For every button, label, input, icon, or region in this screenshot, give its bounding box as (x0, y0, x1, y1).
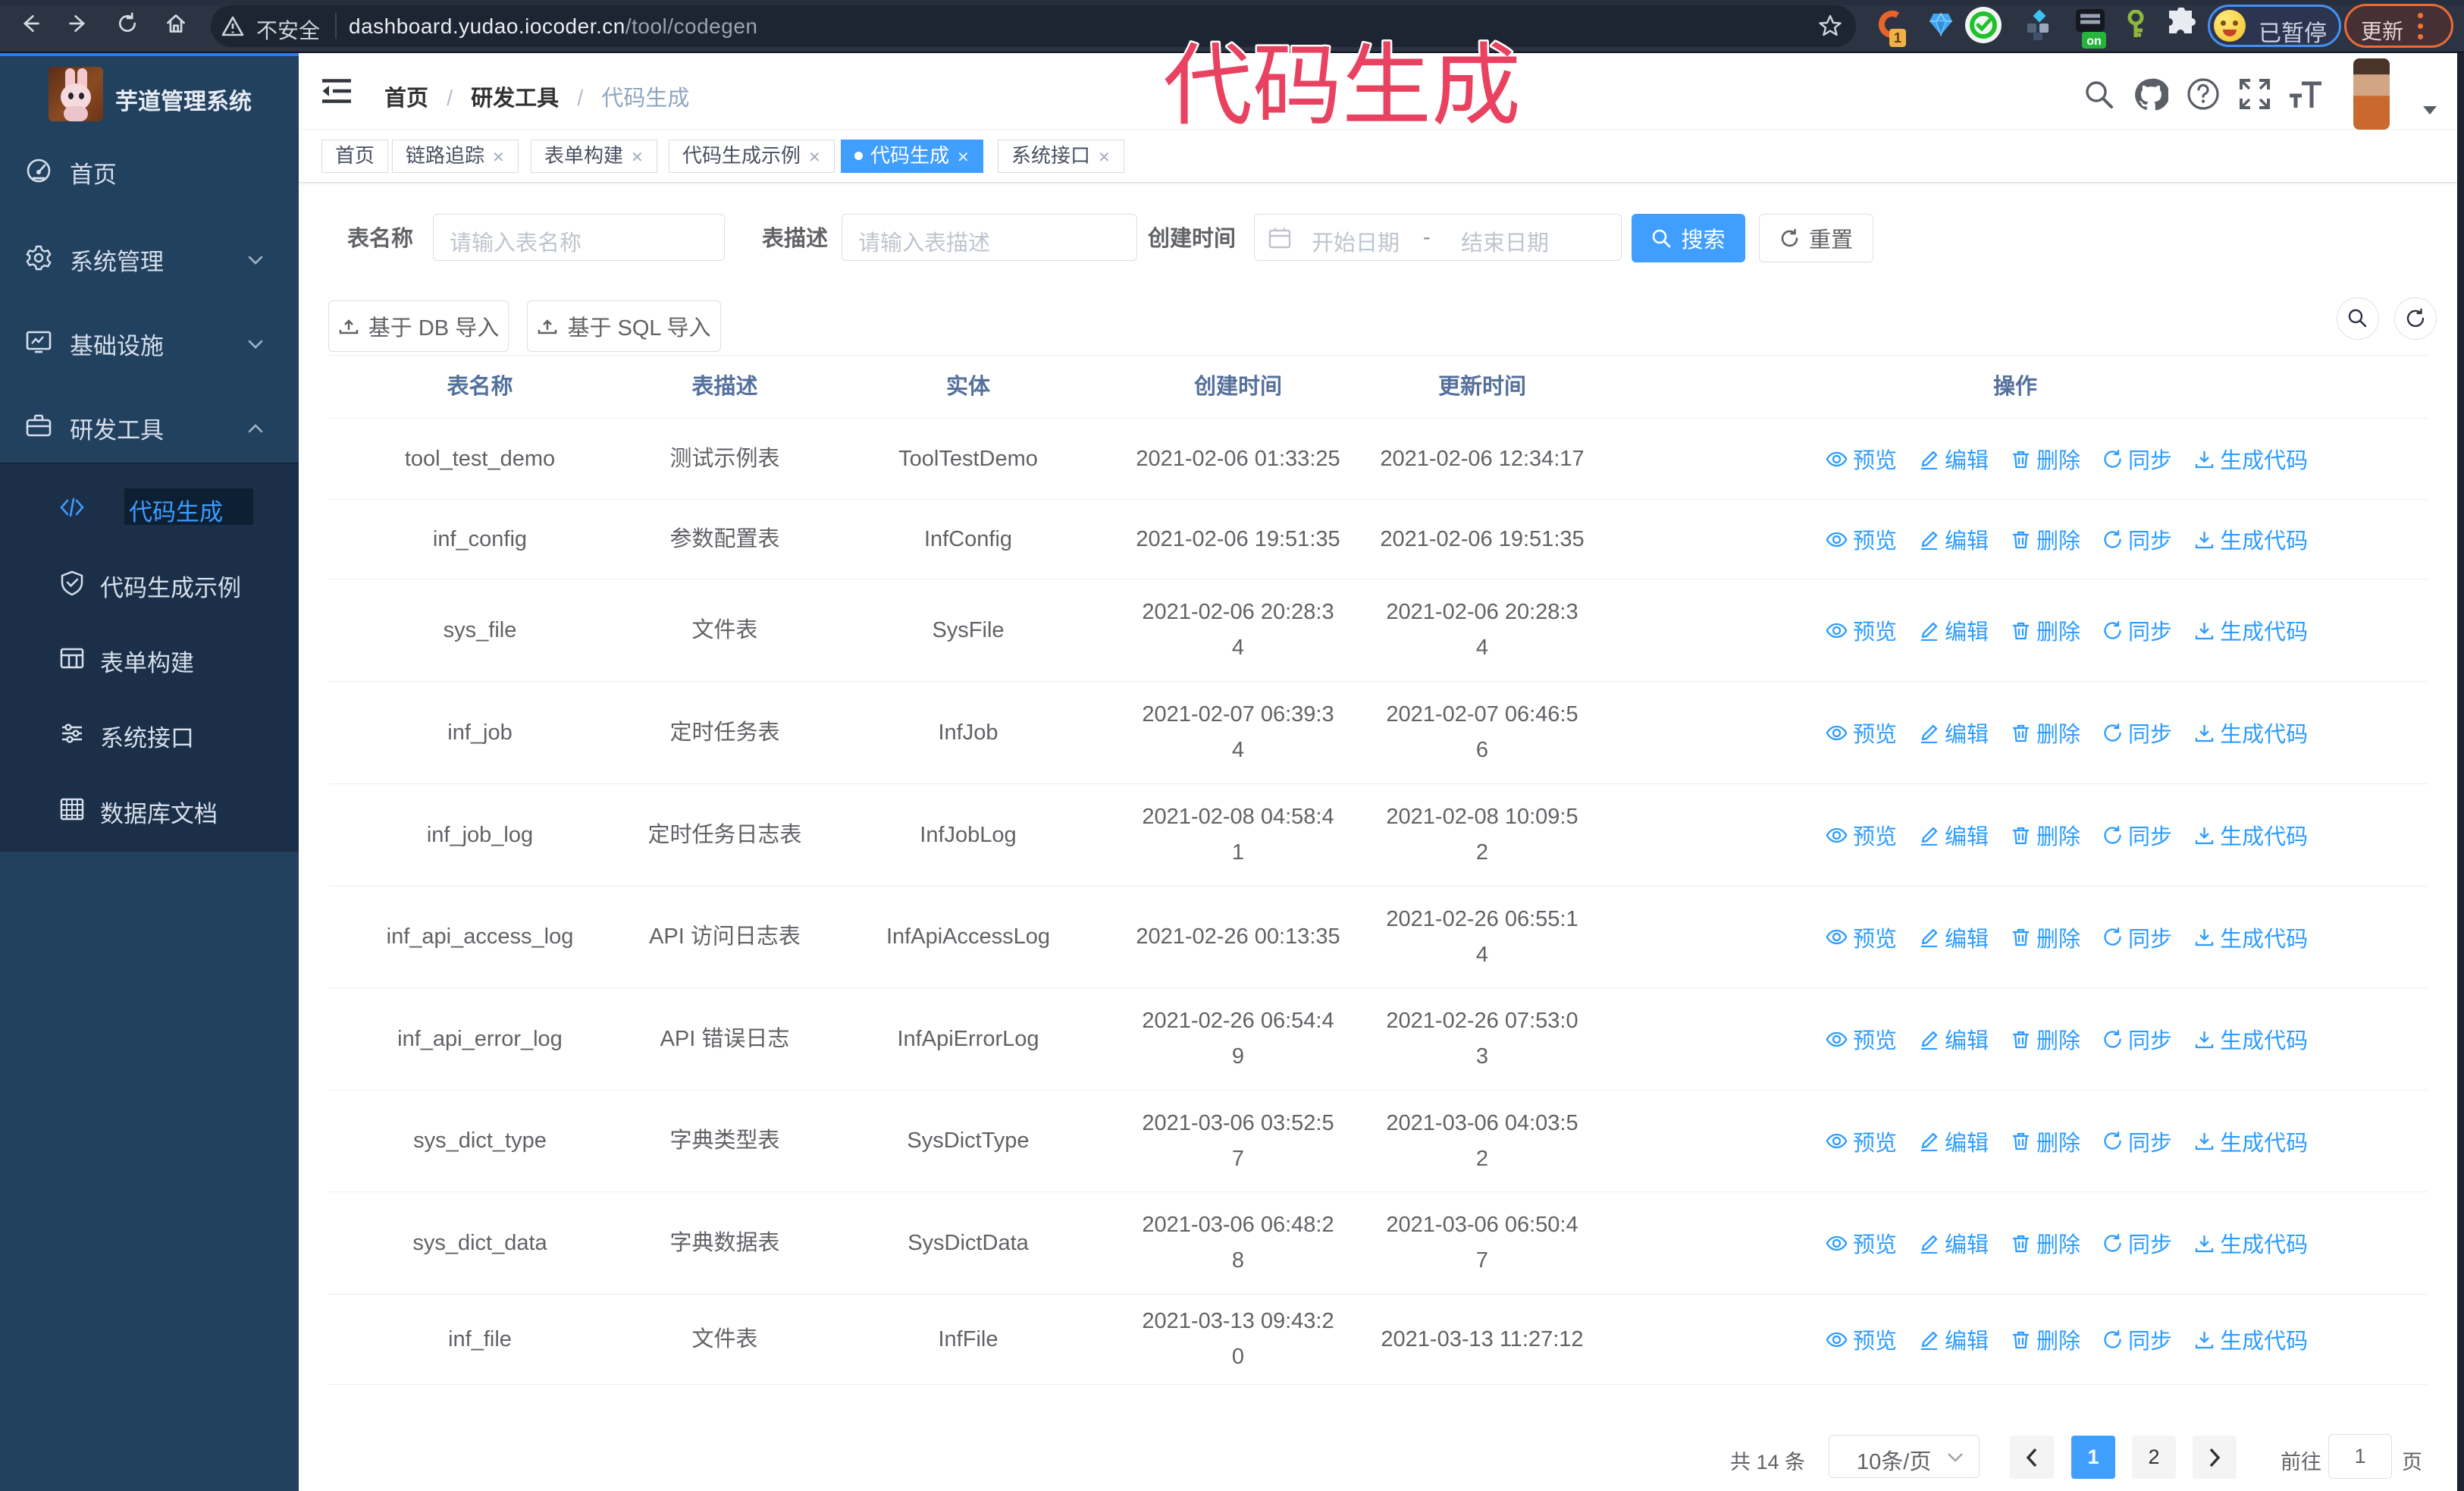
svg-text:1: 1 (1894, 30, 1901, 46)
svg-text:on: on (2086, 35, 2102, 48)
svg-text:代码生成: 代码生成 (1163, 36, 1521, 137)
